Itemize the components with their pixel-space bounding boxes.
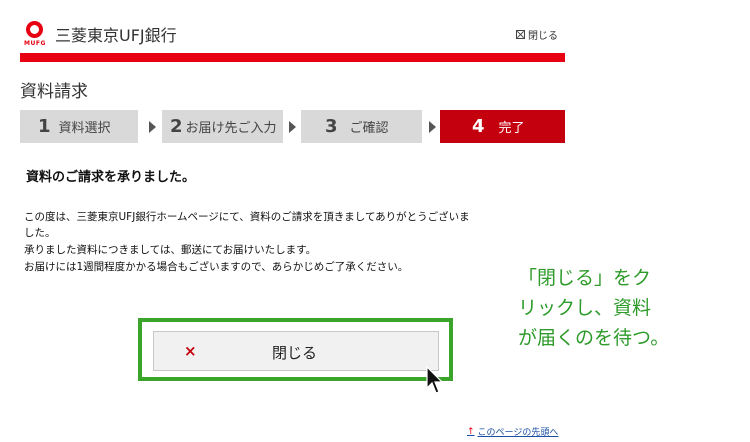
header-close-link[interactable]: 閉じる — [516, 27, 558, 42]
bank-name: 三菱東京UFJ銀行 — [55, 26, 177, 45]
step-number: 1 — [38, 116, 51, 137]
message-line: した。 — [24, 227, 56, 239]
header-red-bar — [20, 53, 565, 62]
callout-line: が届くのを待つ。 — [518, 327, 670, 349]
step-3: 3 ご確認 — [301, 110, 422, 143]
step-arrow-icon — [149, 121, 156, 133]
header-close-label: 閉じる — [528, 31, 558, 42]
step-label: 資料選択 — [58, 121, 111, 136]
step-label: お届け先ご入力 — [185, 121, 277, 136]
callout-line: 「閉じる」をク — [518, 267, 652, 289]
step-label: 完了 — [498, 121, 525, 136]
message-line: お届けには1週間程度かかる場合もございますので、あらかじめご了承ください。 — [24, 261, 409, 273]
close-box-icon — [516, 30, 525, 39]
step-label: ご確認 — [349, 121, 389, 136]
back-to-top-label: このページの先頭へ — [477, 428, 559, 438]
message-line: 承りました資料につきましては、郵送にてお届けいたします。 — [24, 244, 317, 256]
step-number: 2 — [170, 116, 183, 137]
step-2: 2 お届け先ご入力 — [162, 110, 283, 143]
step-4-active: 4 完了 — [440, 110, 565, 143]
message-line: この度は、三菱東京UFJ銀行ホームページにて、資料のご請求を頂きましてありがとう… — [24, 211, 470, 223]
close-button[interactable]: × 閉じる — [153, 331, 439, 371]
logo-subtext: MUFG — [24, 40, 46, 47]
step-number: 3 — [325, 116, 338, 137]
mufg-logo-icon — [26, 21, 43, 38]
up-arrow-icon: ↑ — [467, 426, 475, 437]
close-x-icon: × — [184, 342, 197, 360]
close-button-label: 閉じる — [272, 344, 318, 362]
callout-line: リックし、資料 — [518, 297, 652, 319]
step-arrow-icon — [289, 121, 296, 133]
completion-heading: 資料のご請求を承りました。 — [26, 170, 196, 185]
step-arrow-icon — [429, 121, 436, 133]
step-1: 1 資料選択 — [20, 110, 138, 143]
back-to-top-link[interactable]: ↑ このページの先頭へ — [467, 425, 559, 439]
step-number: 4 — [472, 116, 485, 137]
page-title: 資料請求 — [20, 82, 88, 102]
mouse-cursor-icon — [426, 366, 444, 394]
